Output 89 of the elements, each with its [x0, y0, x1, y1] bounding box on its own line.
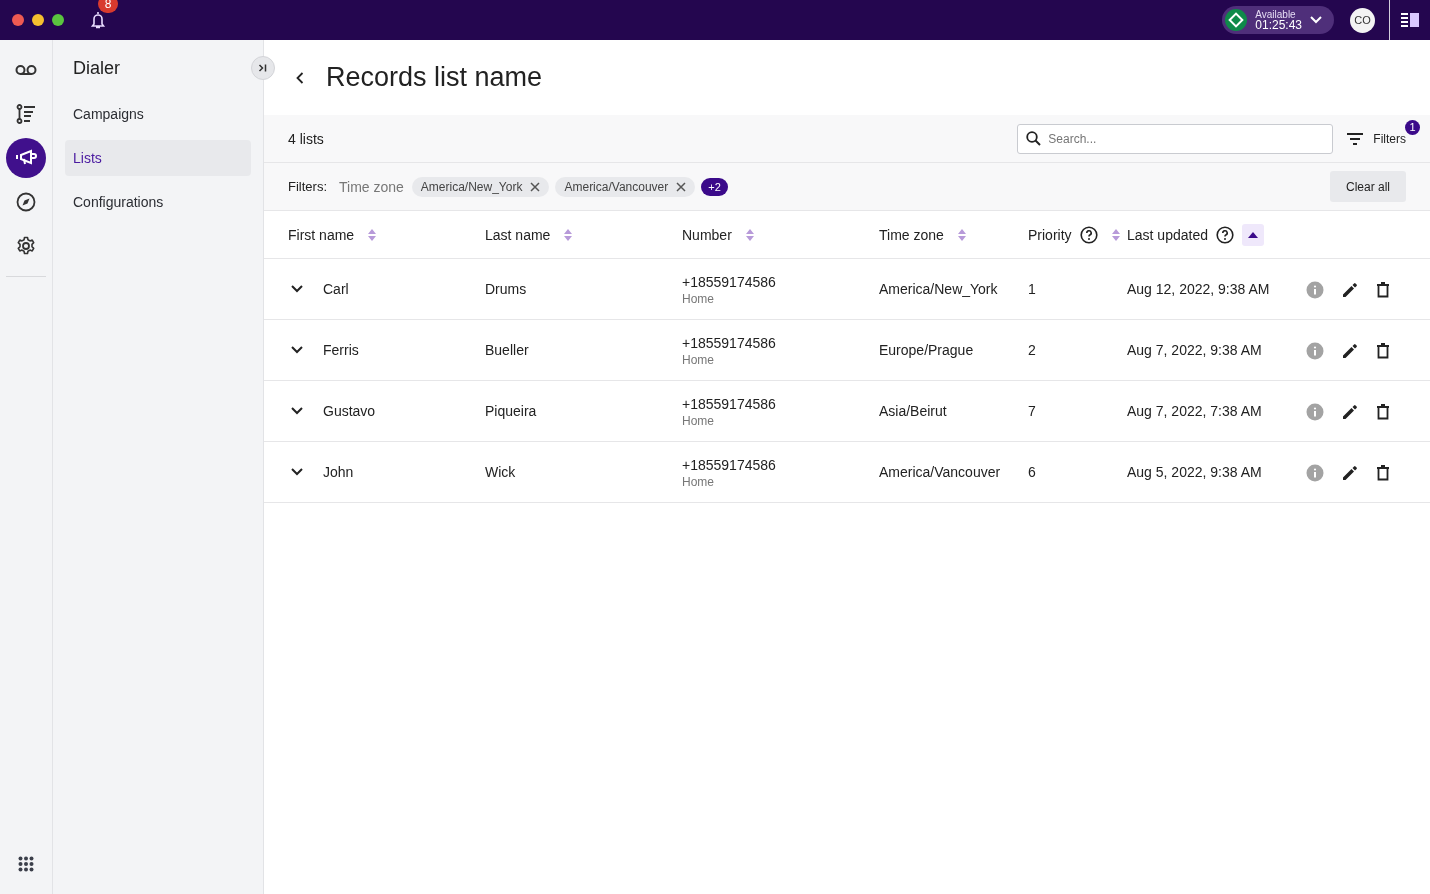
- sidebar-title: Dialer: [73, 57, 120, 79]
- expand-chevron-icon[interactable]: [291, 346, 303, 354]
- filters-label: Filters:: [288, 179, 327, 194]
- expand-chevron-icon[interactable]: [291, 285, 303, 293]
- filter-chip[interactable]: America/Vancouver: [555, 176, 696, 197]
- column-header: First name: [288, 226, 355, 243]
- close-window-button[interactable]: [12, 14, 24, 26]
- more-filters-badge[interactable]: +2: [701, 177, 728, 196]
- number-type-label: Home: [682, 414, 714, 428]
- number-type-label: Home: [682, 353, 714, 367]
- filters-count-badge: 1: [1405, 119, 1420, 135]
- search-field[interactable]: Search...: [1017, 123, 1334, 154]
- column-header: Time zone: [879, 226, 944, 243]
- page-title: Records list name: [326, 62, 543, 93]
- time-zone-cell: America/New_York: [879, 281, 998, 297]
- back-chevron-icon[interactable]: [296, 71, 304, 84]
- collapse-arrow-icon: [258, 63, 268, 73]
- column-header: Last updated: [1127, 226, 1208, 243]
- voicemail-icon: [15, 64, 37, 76]
- column-header: Number: [682, 226, 732, 243]
- first-name-cell: Gustavo: [323, 403, 376, 419]
- remove-x-icon[interactable]: [676, 181, 687, 192]
- priority-cell: 1: [1028, 281, 1036, 297]
- list-count: 4 lists: [288, 130, 324, 147]
- first-name-cell: John: [323, 464, 354, 480]
- side-panel-icon[interactable]: [1401, 12, 1419, 28]
- time-zone-cell: Europe/Prague: [879, 342, 974, 358]
- number-type-label: Home: [682, 292, 714, 306]
- phone-number-cell: +18559174586: [682, 457, 776, 473]
- help-icon[interactable]: [1079, 225, 1098, 244]
- avatar[interactable]: CO: [1350, 7, 1375, 33]
- column-header: Last name: [485, 226, 551, 243]
- status-label: Available: [1255, 9, 1297, 20]
- last-updated-cell: Aug 12, 2022, 9:38 AM: [1127, 281, 1270, 297]
- expand-chevron-icon[interactable]: [291, 468, 303, 476]
- filter-lines-icon: [1347, 132, 1364, 145]
- bell-icon[interactable]: [90, 11, 106, 29]
- settings-icon: [16, 236, 36, 256]
- sidebar-item[interactable]: Lists: [65, 140, 251, 176]
- filter-field-label: Time zone: [339, 178, 404, 195]
- priority-cell: 2: [1028, 342, 1036, 358]
- time-zone-cell: America/Vancouver: [879, 464, 1001, 480]
- first-name-cell: Carl: [323, 281, 349, 297]
- last-updated-cell: Aug 7, 2022, 7:38 AM: [1127, 403, 1262, 419]
- sidebar-item[interactable]: Configurations: [65, 184, 251, 220]
- last-updated-cell: Aug 7, 2022, 9:38 AM: [1127, 342, 1262, 358]
- campaign-nav-button[interactable]: [6, 138, 46, 178]
- last-name-cell: Bueller: [485, 342, 529, 358]
- phone-number-cell: +18559174586: [682, 274, 776, 290]
- chevron-down-icon: [1310, 16, 1322, 24]
- priority-cell: 6: [1028, 464, 1036, 480]
- edit-pencil-icon[interactable]: [1342, 282, 1358, 298]
- help-icon[interactable]: [1215, 225, 1234, 244]
- time-zone-cell: Asia/Beirut: [879, 403, 947, 419]
- column-header: Priority: [1028, 226, 1072, 243]
- number-type-label: Home: [682, 475, 714, 489]
- status-dropdown[interactable]: Available 01:25:43: [1222, 6, 1334, 34]
- sidebar-item[interactable]: Campaigns: [65, 96, 251, 132]
- search-icon: [1026, 130, 1042, 146]
- maximize-window-button[interactable]: [52, 14, 64, 26]
- delete-trash-icon[interactable]: [1376, 404, 1390, 420]
- last-name-cell: Wick: [485, 464, 516, 480]
- edit-pencil-icon[interactable]: [1342, 404, 1358, 420]
- expand-chevron-icon[interactable]: [291, 407, 303, 415]
- notification-badge: 8: [98, 0, 118, 13]
- list-icon: [16, 104, 36, 124]
- last-name-cell: Piqueira: [485, 403, 537, 419]
- priority-cell: 7: [1028, 403, 1036, 419]
- clear-all-button[interactable]: Clear all: [1330, 171, 1406, 202]
- sort-ascending-button[interactable]: [1241, 223, 1264, 246]
- phone-number-cell: +18559174586: [682, 335, 776, 351]
- apps-grid-icon[interactable]: [18, 856, 34, 872]
- compass-icon: [16, 192, 36, 212]
- last-name-cell: Drums: [485, 281, 527, 297]
- remove-x-icon[interactable]: [530, 181, 541, 192]
- first-name-cell: Ferris: [323, 342, 359, 358]
- phone-number-cell: +18559174586: [682, 396, 776, 412]
- collapse-sidebar-button[interactable]: [251, 56, 275, 80]
- delete-trash-icon[interactable]: [1376, 465, 1390, 481]
- minimize-window-button[interactable]: [32, 14, 44, 26]
- last-updated-cell: Aug 5, 2022, 9:38 AM: [1127, 464, 1262, 480]
- delete-trash-icon[interactable]: [1376, 282, 1390, 298]
- status-timer: 01:25:43: [1255, 20, 1302, 31]
- edit-pencil-icon[interactable]: [1342, 465, 1358, 481]
- edit-pencil-icon[interactable]: [1342, 343, 1358, 359]
- delete-trash-icon[interactable]: [1376, 343, 1390, 359]
- filter-chip[interactable]: America/New_York: [411, 176, 550, 197]
- diamond-icon: [1225, 9, 1248, 31]
- megaphone-icon: [15, 149, 37, 167]
